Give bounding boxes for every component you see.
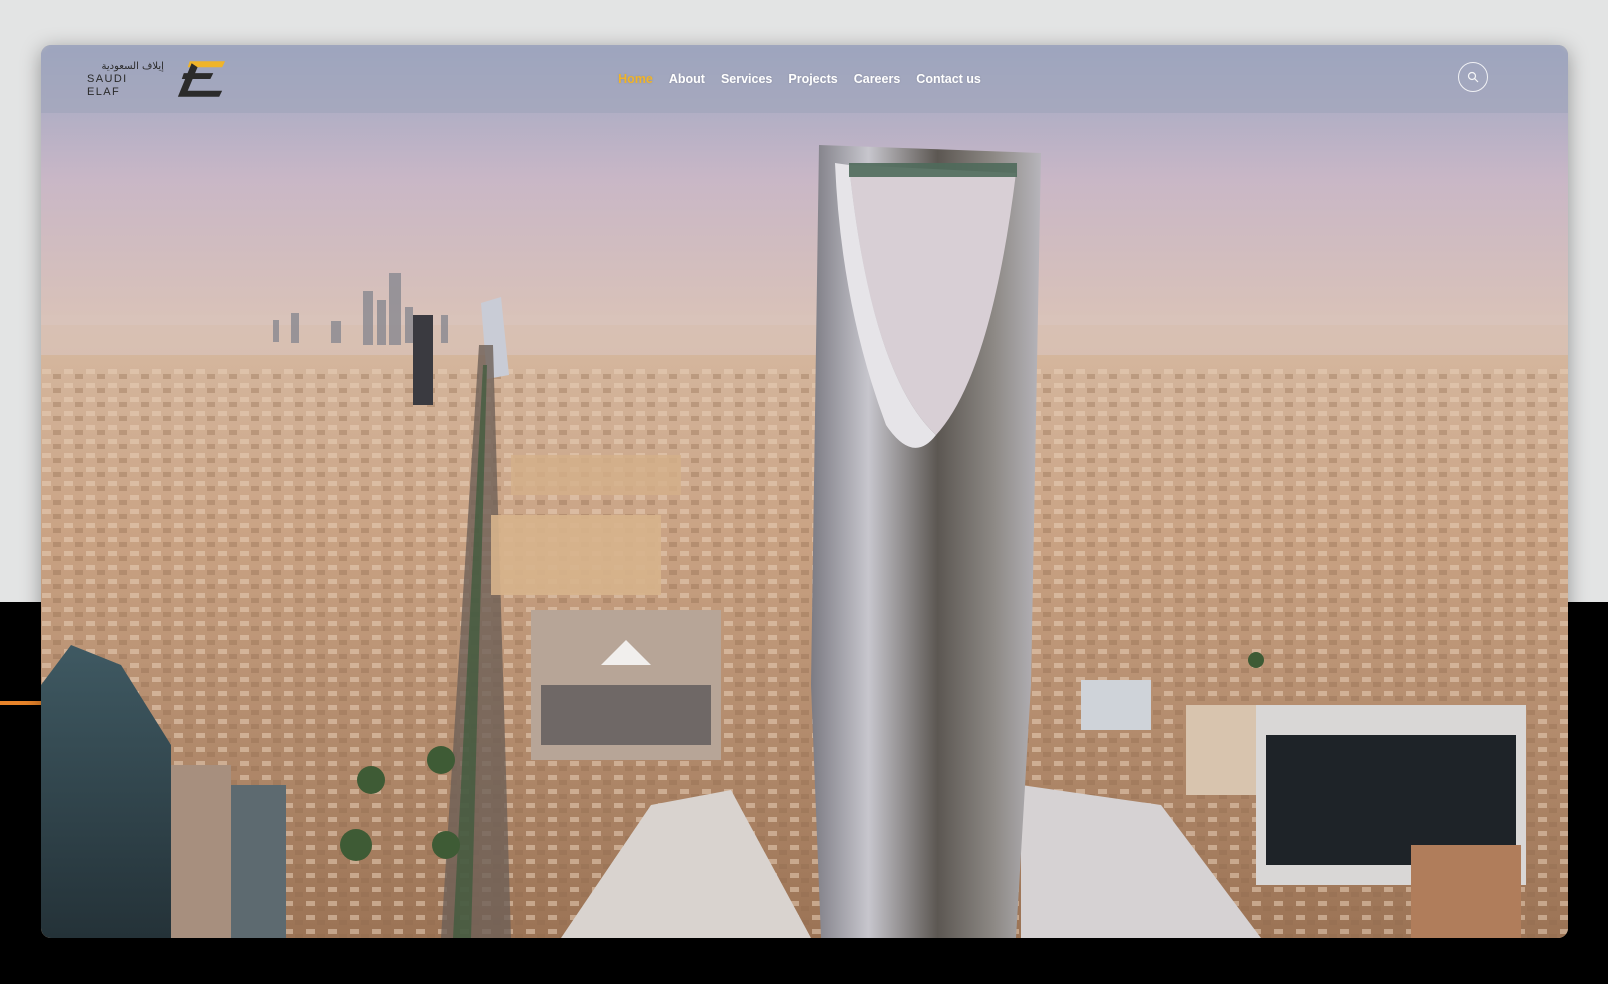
nav-home[interactable]: Home	[618, 72, 653, 86]
search-icon	[1467, 71, 1479, 83]
nav-about[interactable]: About	[669, 72, 705, 86]
top-navbar: إيلاف السعودية SAUDI ELAF Home About Ser…	[41, 45, 1568, 113]
main-navigation: Home About Services Projects Careers Con…	[41, 45, 1568, 113]
nav-projects[interactable]: Projects	[788, 72, 837, 86]
accent-line	[0, 701, 46, 705]
hero-image-riyadh-skyline	[41, 45, 1568, 938]
nav-careers[interactable]: Careers	[854, 72, 901, 86]
nav-contact-us[interactable]: Contact us	[916, 72, 981, 86]
website-frame: إيلاف السعودية SAUDI ELAF Home About Ser…	[41, 45, 1568, 938]
nav-services[interactable]: Services	[721, 72, 772, 86]
search-button[interactable]	[1458, 62, 1488, 92]
